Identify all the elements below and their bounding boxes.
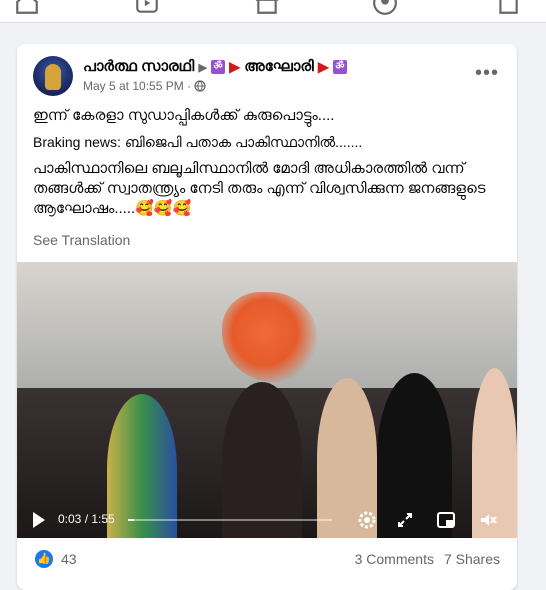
post-card: പാർത്ഥ സാരഥി ▶ ॐ ▶ അഘോരി ▶ ॐ May 5 at 10… <box>17 44 517 590</box>
om-icon: ॐ <box>332 60 347 75</box>
pages-icon[interactable] <box>495 0 521 16</box>
post-text-line-1: ഇന്ന് കേരളാ സുഡാപ്പികൾക്ക് കുരുപൊട്ടും..… <box>33 107 335 124</box>
post-timestamp[interactable]: May 5 at 10:55 PM <box>83 79 184 93</box>
like-reaction-icon[interactable]: 👍 <box>35 550 53 568</box>
settings-gear-icon[interactable] <box>357 510 377 530</box>
time-current: 0:03 <box>58 512 82 526</box>
engagement-counts: 3 Comments 7 Shares <box>345 551 500 567</box>
see-translation-link[interactable]: See Translation <box>33 232 130 248</box>
video-player[interactable]: 0:03 / 1:55 <box>17 262 517 538</box>
shares-count[interactable]: 7 Shares <box>444 551 500 567</box>
mute-icon[interactable] <box>478 510 498 530</box>
profile-icon[interactable] <box>372 0 398 16</box>
marketplace-icon[interactable] <box>254 0 280 16</box>
author-suffix: അഘോരി <box>244 58 314 75</box>
play-icon[interactable] <box>33 512 45 528</box>
separator-dot: · <box>187 79 195 93</box>
om-icon: ॐ <box>211 60 226 75</box>
top-navigation-bar <box>0 0 546 23</box>
comments-count[interactable]: 3 Comments <box>355 551 434 567</box>
picture-in-picture-icon[interactable] <box>436 510 456 530</box>
avatar[interactable] <box>33 56 73 96</box>
watch-icon[interactable] <box>134 0 160 16</box>
progress-fill <box>128 519 134 521</box>
home-icon[interactable] <box>14 0 40 16</box>
fullscreen-icon[interactable] <box>395 510 415 530</box>
post-meta: May 5 at 10:55 PM · <box>83 79 207 93</box>
time-total: 1:55 <box>91 512 115 526</box>
flag-icon: ▶ <box>229 58 241 75</box>
progress-bar[interactable] <box>128 519 332 521</box>
globe-icon <box>194 80 207 92</box>
reaction-count[interactable]: 43 <box>61 551 77 567</box>
more-options-icon[interactable]: ••• <box>475 62 499 85</box>
triangle-icon: ▶ <box>198 61 207 74</box>
post-text-line-2: Braking news: ബിജെപി പതാക പാകിസ്ഥാനിൽ...… <box>33 134 363 150</box>
post-text-line-3: പാകിസ്ഥാനിലെ ബലൂചിസ്ഥാനിൽ മോദി അധികാരത്ത… <box>33 160 486 217</box>
video-controls: 0:03 / 1:55 <box>17 502 517 538</box>
author-name[interactable]: പാർത്ഥ സാരഥി <box>83 58 194 75</box>
time-separator: / <box>81 512 92 526</box>
video-time: 0:03 / 1:55 <box>58 512 115 526</box>
flag-icon: ▶ <box>317 58 329 75</box>
post-author[interactable]: പാർത്ഥ സാരഥി ▶ ॐ ▶ അഘോരി ▶ ॐ <box>83 58 347 76</box>
